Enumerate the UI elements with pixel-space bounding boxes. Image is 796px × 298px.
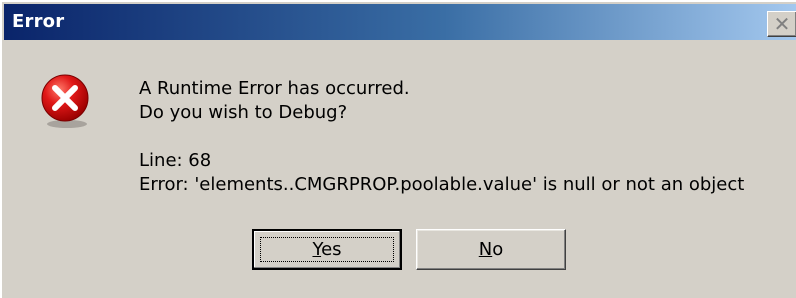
error-description: Error: 'elements..CMGRPROP.poolable.valu… [139, 174, 745, 195]
yes-button[interactable]: Yes [252, 229, 402, 270]
no-button[interactable]: No [416, 229, 566, 270]
close-button[interactable]: ✕ [767, 11, 796, 37]
yes-button-label: Yes [312, 239, 342, 260]
error-dialog: Error ✕ A Runtime Error has occurred. Do… [0, 0, 796, 298]
message-line-1: A Runtime Error has occurred. [139, 78, 410, 99]
message-line-2: Do you wish to Debug? [139, 102, 348, 123]
error-icon [41, 74, 89, 128]
no-button-label: No [478, 239, 504, 260]
window-title: Error [12, 11, 65, 32]
close-icon: ✕ [773, 12, 791, 36]
error-line-number: Line: 68 [139, 150, 212, 171]
title-bar[interactable]: Error ✕ [4, 4, 796, 40]
